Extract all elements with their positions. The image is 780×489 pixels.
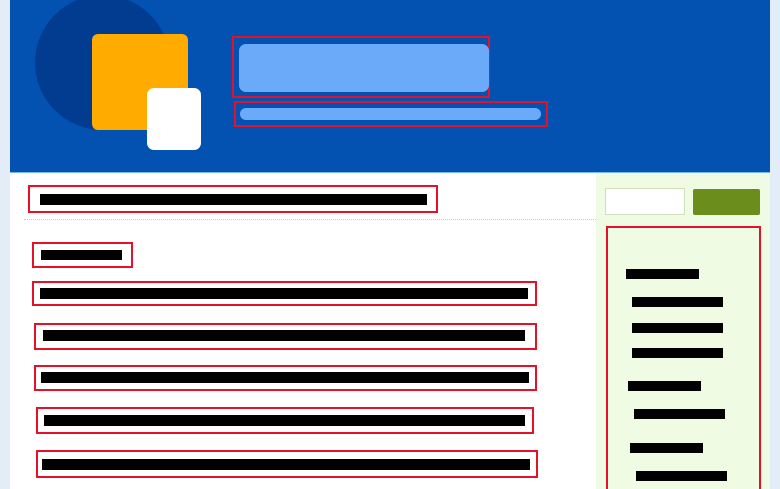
search-button[interactable] (693, 189, 760, 215)
site-title[interactable] (239, 44, 489, 92)
section-heading (41, 250, 122, 260)
list-item-text (40, 288, 41, 289)
post-title[interactable] (40, 194, 427, 205)
list-item[interactable] (44, 415, 525, 426)
list-item-text (42, 459, 43, 460)
post-title-text (40, 194, 41, 195)
site-header (10, 0, 770, 173)
sidebar-line-text (628, 381, 629, 382)
search-input[interactable] (605, 188, 685, 215)
list-item-text (43, 330, 44, 331)
list-item-text (41, 372, 42, 373)
section-heading-text (41, 250, 42, 251)
list-item-text (44, 415, 45, 416)
sidebar-line-text (630, 443, 631, 444)
sidebar-link[interactable] (636, 471, 727, 481)
sidebar-widget-heading (630, 443, 703, 453)
sidebar-line-text (632, 348, 633, 349)
sidebar-link[interactable] (632, 323, 723, 333)
list-item[interactable] (41, 372, 529, 383)
sidebar-widget-heading (626, 269, 699, 279)
logo-square-white (147, 88, 201, 150)
sidebar-widget-heading (628, 381, 701, 391)
list-item[interactable] (43, 330, 525, 341)
main-content (10, 173, 596, 489)
sidebar-link[interactable] (634, 409, 725, 419)
list-item[interactable] (42, 459, 530, 470)
sidebar-link[interactable] (632, 348, 723, 358)
sidebar (596, 173, 770, 489)
site-tagline (240, 108, 541, 120)
sidebar-line-text (626, 269, 627, 270)
sidebar-line-text (636, 471, 637, 472)
list-item[interactable] (40, 288, 528, 299)
sidebar-line-text (634, 409, 635, 410)
content-divider (24, 219, 596, 220)
sidebar-line-text (632, 297, 633, 298)
sidebar-line-text (632, 323, 633, 324)
sidebar-link[interactable] (632, 297, 723, 307)
page-frame (10, 0, 770, 489)
